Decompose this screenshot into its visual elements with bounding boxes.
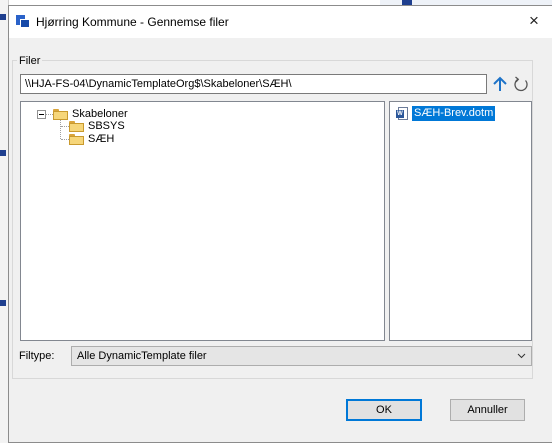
- background-marker: [0, 300, 6, 306]
- tree-node-label: SBSYS: [88, 120, 125, 132]
- close-button[interactable]: ×: [516, 6, 552, 38]
- filetype-selected-value: Alle DynamicTemplate filer: [77, 350, 207, 362]
- file-list[interactable]: W SÆH-Brev.dotm: [389, 101, 532, 341]
- ok-button[interactable]: OK: [346, 399, 422, 421]
- tree-node-label: SÆH: [88, 133, 115, 145]
- folder-icon: [69, 121, 84, 132]
- word-document-icon: W: [396, 107, 409, 120]
- files-group-label: Filer: [17, 55, 43, 67]
- title-bar[interactable]: Hjørring Kommune - Gennemse filer ×: [9, 6, 552, 38]
- background-marker: [0, 150, 6, 156]
- app-icon: [16, 15, 30, 28]
- background-marker: [0, 14, 6, 20]
- file-name-label: SÆH-Brev.dotm: [412, 106, 496, 121]
- path-input[interactable]: [20, 74, 487, 94]
- filetype-dropdown[interactable]: Alle DynamicTemplate filer: [71, 346, 532, 366]
- navigate-up-button[interactable]: [491, 73, 509, 95]
- cancel-button[interactable]: Annuller: [450, 399, 525, 421]
- filetype-label: Filtype:: [19, 350, 55, 362]
- arrow-up-icon: [493, 76, 507, 91]
- refresh-button[interactable]: [511, 73, 531, 95]
- refresh-icon: [514, 76, 528, 92]
- chevron-down-icon: [517, 353, 526, 359]
- folder-icon: [69, 134, 84, 145]
- folder-open-icon: [53, 109, 68, 120]
- folder-tree[interactable]: Skabeloner SBSYS SÆH: [20, 101, 385, 341]
- collapse-toggle-icon[interactable]: [37, 110, 46, 119]
- dialog-title: Hjørring Kommune - Gennemse filer: [36, 15, 229, 29]
